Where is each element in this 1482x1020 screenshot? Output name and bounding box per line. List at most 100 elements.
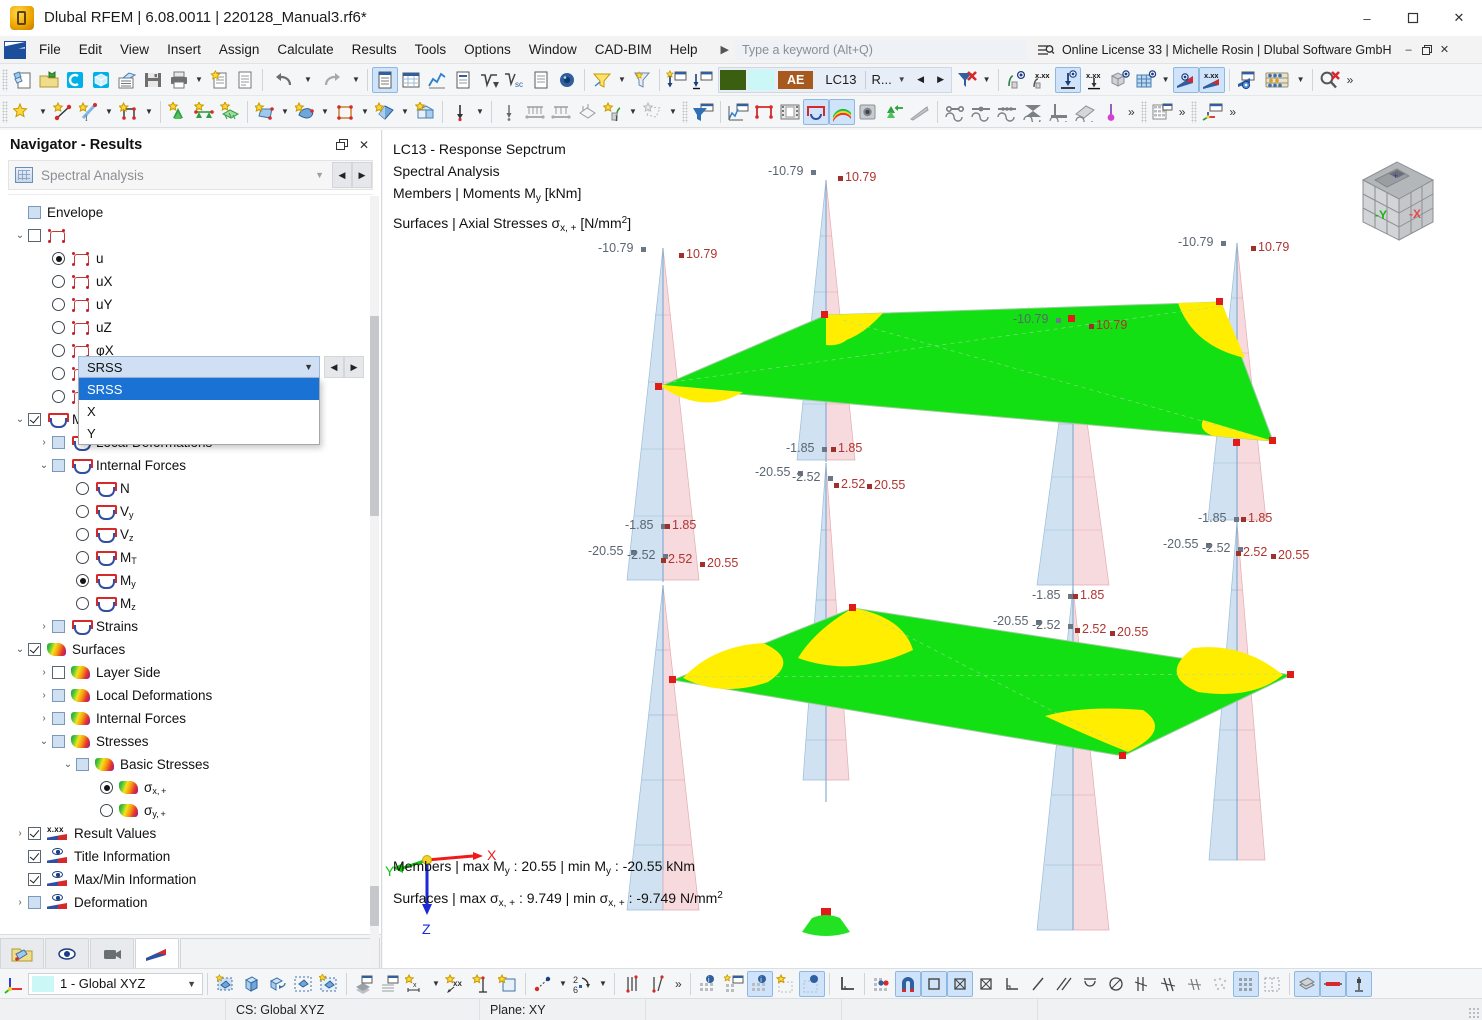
tree-item-internal-forces[interactable]: ›Internal Forces: [8, 707, 373, 730]
result-legend-toggle-button[interactable]: [1173, 67, 1199, 93]
clear-results-caret-icon[interactable]: ▼: [980, 67, 994, 93]
deformation-display-button[interactable]: [907, 99, 933, 125]
dropdown-option-y[interactable]: Y: [79, 422, 319, 444]
new-solid-button[interactable]: [292, 99, 318, 125]
analysis-next-button[interactable]: ▶: [352, 162, 372, 188]
navigator-scroll-thumb-lower[interactable]: [370, 886, 379, 926]
menu-file[interactable]: File: [30, 39, 70, 60]
tree-checkbox[interactable]: [52, 436, 65, 449]
tree-item-layer-side[interactable]: ›Layer Side: [8, 661, 373, 684]
previous-load-case-button[interactable]: ◀: [911, 69, 931, 91]
dropdown-option-x[interactable]: X: [79, 400, 319, 422]
layer-stack-button[interactable]: [1294, 971, 1320, 997]
layer-visibility-button[interactable]: [351, 971, 377, 997]
surface-edge-support-button[interactable]: [1072, 99, 1098, 125]
clear-results-button[interactable]: [954, 67, 980, 93]
intersection-snap-1-button[interactable]: [1129, 971, 1155, 997]
circle-snap-button[interactable]: [1103, 971, 1129, 997]
resize-grip-icon[interactable]: [1468, 1007, 1480, 1019]
rendering-button[interactable]: [554, 67, 580, 93]
toolbar-grip[interactable]: [682, 101, 688, 123]
view-isometric-button[interactable]: [238, 971, 264, 997]
members-result-button[interactable]: [751, 99, 777, 125]
tree-item-basic-stresses[interactable]: ⌄Basic Stresses: [8, 753, 373, 776]
document-minimize-button[interactable]: –: [1400, 40, 1418, 60]
chevron-right-icon[interactable]: ›: [12, 897, 28, 908]
tree-radio[interactable]: [52, 275, 65, 288]
tree-checkbox[interactable]: [28, 873, 41, 886]
new-solid-contact-button[interactable]: [372, 99, 398, 125]
numeric-input-caret-icon[interactable]: ▼: [596, 971, 610, 997]
keyword-search-input[interactable]: Type a keyword (Alt+Q): [735, 40, 1027, 60]
crossed-rectangle-snap-button[interactable]: [947, 971, 973, 997]
tree-checkbox[interactable]: [76, 758, 89, 771]
tree-item-internal-forces[interactable]: ⌄Internal Forces: [8, 454, 373, 477]
grid-snap-3-button[interactable]: i: [747, 971, 773, 997]
tree-checkbox[interactable]: [28, 206, 41, 219]
menu-assign[interactable]: Assign: [210, 39, 269, 60]
model-viewport[interactable]: LC13 - Response Sepctrum Spectral Analys…: [383, 130, 1482, 968]
tree-checkbox[interactable]: [52, 712, 65, 725]
chevron-right-icon[interactable]: ›: [12, 828, 28, 839]
tables-toggle-button[interactable]: [398, 67, 424, 93]
cloud-model-button[interactable]: [88, 67, 114, 93]
toolbar-overflow-chevron-icon[interactable]: »: [1124, 105, 1139, 119]
minimize-button[interactable]: –: [1344, 0, 1390, 36]
text-annotation-caret-icon[interactable]: ▼: [626, 99, 640, 125]
view-new-window-button[interactable]: [316, 971, 342, 997]
ortho-snap-button[interactable]: [619, 971, 645, 997]
save-button[interactable]: [140, 67, 166, 93]
calculate-all-button[interactable]: [476, 67, 502, 93]
new-polyline-button[interactable]: [116, 99, 142, 125]
new-polyline-caret-icon[interactable]: ▼: [142, 99, 156, 125]
hinge-release-1-button[interactable]: [942, 99, 968, 125]
tree-checkbox[interactable]: [52, 735, 65, 748]
load-case-select-button[interactable]: [690, 67, 716, 93]
new-line-button[interactable]: [50, 99, 76, 125]
fixed-support-button[interactable]: [1046, 99, 1072, 125]
chevron-right-icon[interactable]: ›: [36, 621, 52, 632]
menu-options[interactable]: Options: [455, 39, 520, 60]
point-snap-caret-icon[interactable]: ▼: [556, 971, 570, 997]
visibility-mode-button[interactable]: [589, 67, 615, 93]
tree-item-mz[interactable]: Mz: [8, 592, 373, 615]
nodal-load-button[interactable]: [447, 99, 473, 125]
tree-radio[interactable]: [52, 367, 65, 380]
tree-radio[interactable]: [76, 482, 89, 495]
grid-display-button[interactable]: [1233, 971, 1259, 997]
tree-item-x[interactable]: σx, +: [8, 776, 373, 799]
project-navigator-tab[interactable]: [0, 938, 44, 968]
new-member-button[interactable]: I: [76, 99, 102, 125]
rectangle-snap-button[interactable]: [921, 971, 947, 997]
undo-dropdown-caret-icon[interactable]: ▼: [301, 67, 315, 93]
support-type-button[interactable]: [1020, 99, 1046, 125]
new-opening-button[interactable]: [332, 99, 358, 125]
chevron-down-icon[interactable]: ⌄: [36, 736, 52, 747]
parallel-snap-button[interactable]: [1051, 971, 1077, 997]
dropdown-prev-button[interactable]: ◀: [324, 356, 344, 378]
tree-radio[interactable]: [76, 574, 89, 587]
tree-radio[interactable]: [76, 528, 89, 541]
result-combinations-button[interactable]: [1260, 67, 1294, 93]
support-reaction-button[interactable]: [881, 99, 907, 125]
toolbar-overflow-chevron-icon[interactable]: »: [1343, 73, 1358, 87]
new-construction-line-button[interactable]: [412, 99, 438, 125]
print-button[interactable]: [166, 67, 192, 93]
model-data-button[interactable]: [114, 67, 140, 93]
tree-item-title-information[interactable]: Title Information: [8, 845, 373, 868]
navigator-scroll-thumb[interactable]: [370, 316, 379, 516]
tree-item-mt[interactable]: MT: [8, 546, 373, 569]
color-swatch-cyan[interactable]: [748, 70, 774, 90]
tree-item-uy[interactable]: uY: [8, 293, 373, 316]
tree-radio[interactable]: [76, 505, 89, 518]
new-model-button[interactable]: [10, 67, 36, 93]
results-navigator-tab[interactable]: [135, 938, 179, 968]
intersection-snap-2-button[interactable]: [1155, 971, 1181, 997]
structural-model-3d[interactable]: X Y Z: [383, 130, 1482, 968]
tree-radio[interactable]: [52, 298, 65, 311]
analysis-prev-button[interactable]: ◀: [332, 162, 352, 188]
point-snap-button[interactable]: [530, 971, 556, 997]
tree-checkbox[interactable]: [52, 666, 65, 679]
new-solid-caret-icon[interactable]: ▼: [318, 99, 332, 125]
hinge-release-2-button[interactable]: [968, 99, 994, 125]
